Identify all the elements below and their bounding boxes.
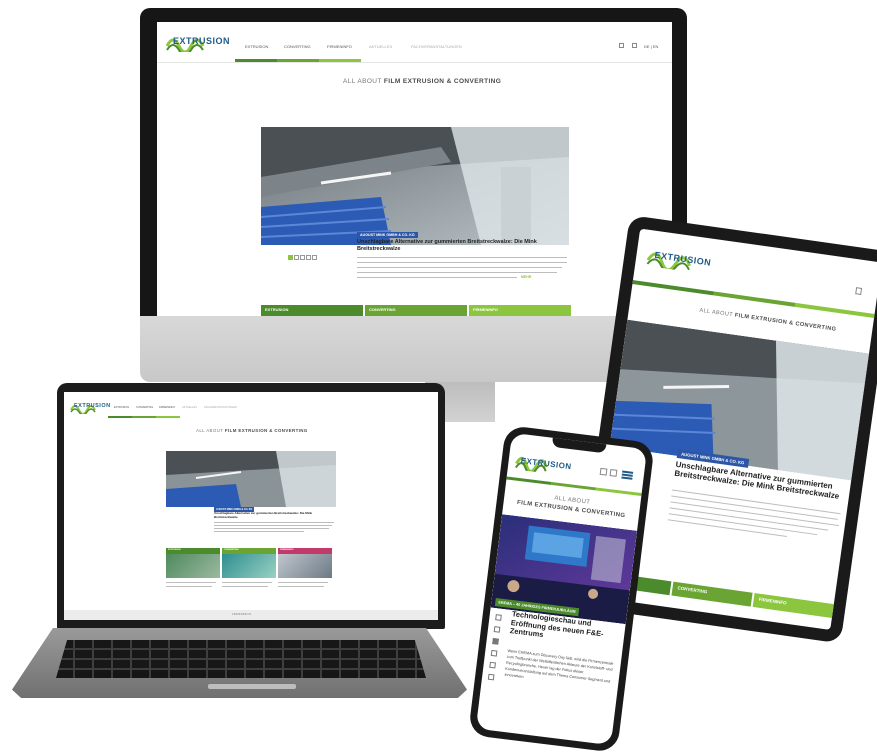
hero-text-line [357,267,562,268]
article-body: Wenn EREMA zum Discovery Day lädt, wird … [504,648,614,684]
phone-device: EXTRUSION ALL ABOUT FILM EXTRUSION & CONV… [467,425,655,752]
laptop-screen: EXTRUSION EXTRUSION CONVERTING FIRMENINF… [64,392,438,620]
hero-badge: AUGUST MINK GMBH & CO. KG [357,232,418,238]
nav-underline [156,416,180,418]
page-title: ALL ABOUT FILM EXTRUSION & CONVERTING [698,307,837,333]
hamburger-menu-icon[interactable] [621,470,634,480]
hero-headline[interactable]: Unschlagbare Alternative zur gummierten … [357,239,567,252]
hero-text-line [214,528,329,529]
nav-aktuelles[interactable]: AKTUELLES [369,44,392,49]
header-stripe [551,481,597,491]
hero-text-line [357,277,517,278]
laptop-keyboard [56,640,426,678]
menu-icon[interactable] [855,287,863,295]
site-logo[interactable]: EXTRUSION [173,36,230,46]
teaser-text-line [278,582,328,583]
nav-extrusion[interactable]: EXTRUSION [114,406,129,409]
factory-photo [261,127,569,245]
slider-dot[interactable] [312,255,317,260]
page-title: ALL ABOUT FILM EXTRUSION & CONVERTING [196,428,308,433]
hero-text-line [214,525,332,526]
slider-dot[interactable] [306,255,311,260]
teaser-image[interactable] [278,554,332,578]
teaser-image[interactable] [222,554,276,578]
hero-image[interactable] [166,451,336,507]
page-title: ALL ABOUT FILM EXTRUSION & CONVERTING [343,78,502,85]
nav-aktuelles[interactable]: AKTUELLES [182,406,197,409]
site-logo[interactable]: EXTRUSION [74,403,111,409]
print-icon[interactable] [599,467,608,476]
print-icon[interactable] [619,43,624,48]
nav-extrusion[interactable]: EXTRUSION [245,44,268,49]
header-divider [157,62,672,63]
nav-converting[interactable]: CONVERTING [136,406,153,409]
header-stripe [595,487,642,497]
nav-fachveranstaltungen[interactable]: FACHVERANSTALTUNGEN [204,406,237,409]
share-checkbox[interactable] [493,626,501,633]
header-stripe [794,302,877,319]
slider-dot[interactable] [300,255,305,260]
nav-underline [108,416,132,418]
category-tab-firmeninfo[interactable]: FIRMENINFO [752,593,834,619]
share-checkbox[interactable] [492,637,499,645]
header-stripe [632,280,715,296]
hero-text-line [669,507,829,531]
teaser-text-line [278,586,324,587]
mail-icon[interactable] [632,43,637,48]
share-checkbox[interactable] [489,661,496,669]
nav-underline [132,416,156,418]
header-stripe [506,476,552,485]
nav-fachveranstaltungen[interactable]: FACHVERANSTALTUNGEN [411,44,462,49]
more-link[interactable]: MEHR [521,275,531,279]
share-checkbox[interactable] [487,673,495,681]
factory-photo [166,451,336,507]
nav-firmeninfo[interactable]: FIRMENINFO [327,44,352,49]
share-checkbox[interactable] [490,649,498,657]
hero-text-line [357,257,567,258]
hero-headline[interactable]: Unschlagbare Alternative zur gummierten … [214,511,334,519]
hero-text-line [214,531,304,532]
teaser-text-line [222,582,272,583]
category-tab-converting[interactable]: CONVERTING [671,581,753,607]
teaser-image[interactable] [166,554,220,578]
hero-image[interactable] [261,127,569,245]
hero-text-line [357,262,567,263]
nav-firmeninfo[interactable]: FIRMENINFO [159,406,175,409]
desktop-monitor-chin [140,316,687,382]
desktop-screen: EXTRUSION EXTRUSION CONVERTING FIRMENINF… [157,22,672,317]
footer-label[interactable]: FIRMENINFOS [232,612,251,616]
phone-screen: EXTRUSION ALL ABOUT FILM EXTRUSION & CONV… [475,432,648,746]
header-stripe [713,291,796,307]
laptop-trackpad-notch [208,684,296,689]
teaser-text-line [222,586,268,587]
hero-text-line [214,522,334,523]
share-checkbox[interactable] [495,614,502,621]
slider-dot[interactable] [294,255,299,260]
language-switch[interactable]: DE | EN [644,44,658,49]
nav-converting[interactable]: CONVERTING [284,44,311,49]
slider-dot[interactable] [288,255,293,260]
mail-icon[interactable] [609,469,618,477]
teaser-text-line [166,582,216,583]
teaser-text-line [166,586,212,587]
hero-text-line [357,272,557,273]
